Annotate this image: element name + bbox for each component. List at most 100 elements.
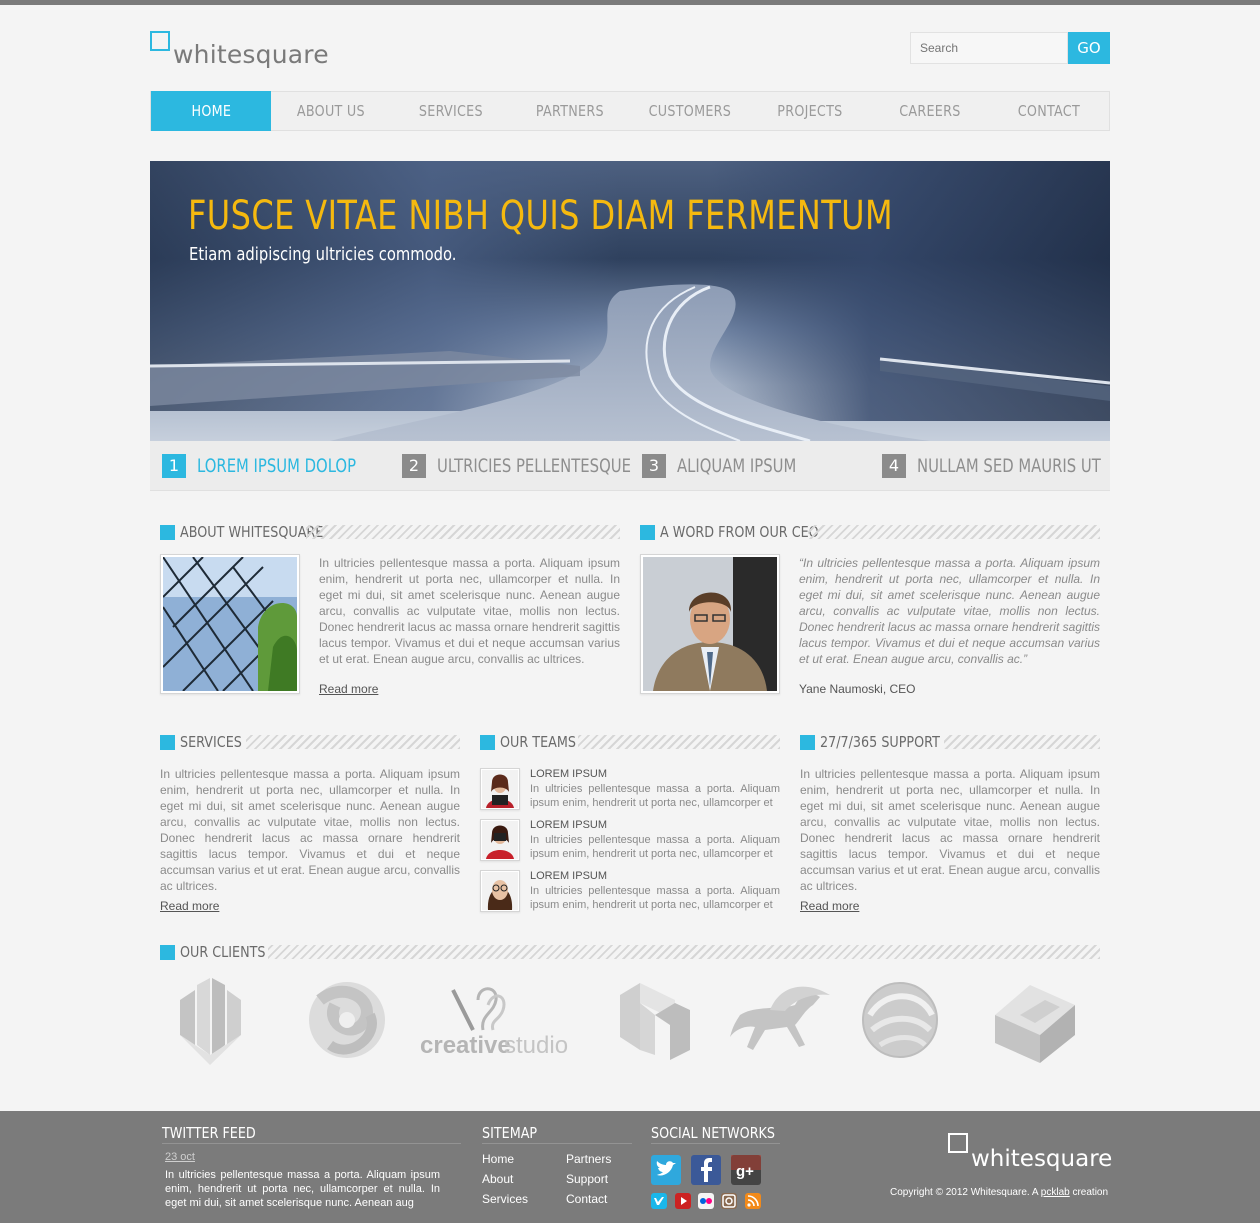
- slider-tab-number: 4: [882, 454, 906, 478]
- heading-square-icon: [160, 945, 175, 960]
- footer-logo-square-icon: [948, 1133, 968, 1153]
- facebook-icon[interactable]: [691, 1155, 721, 1185]
- team-member-text: In ultricies pellentesque massa a porta.…: [530, 834, 780, 860]
- svg-text:creative: creative: [420, 1032, 511, 1059]
- slider-tab-1[interactable]: 1 LOREM IPSUM DOLOP: [162, 454, 372, 478]
- heading-stripe: [944, 735, 1100, 749]
- team-member-name: LOREM IPSUM: [530, 819, 608, 831]
- heading-stripe: [268, 945, 1100, 959]
- search-input[interactable]: [910, 32, 1068, 64]
- sitemap-heading: SITEMAP: [482, 1124, 538, 1142]
- sitemap-link-services[interactable]: Services: [482, 1192, 528, 1206]
- about-read-more-link[interactable]: Read more: [319, 682, 378, 696]
- slider-tab-label: NULLAM SED MAURIS UT: [917, 455, 1101, 477]
- team-member-name: LOREM IPSUM: [530, 768, 608, 780]
- heading-stripe: [808, 525, 1100, 539]
- sitemap-link-support[interactable]: Support: [566, 1172, 608, 1186]
- services-read-more-link[interactable]: Read more: [160, 899, 219, 913]
- copyright: Copyright © 2012 Whitesquare. A pcklab c…: [890, 1187, 1108, 1198]
- building-image: [162, 556, 297, 692]
- w-logo-icon[interactable]: [175, 975, 245, 1065]
- teams-heading: OUR TEAMS: [480, 733, 780, 751]
- twitter-feed-heading: TWITTER FEED: [162, 1124, 256, 1142]
- nav-partners[interactable]: PARTNERS: [519, 92, 621, 130]
- slider-tab-4[interactable]: 4 NULLAM SED MAURIS UT: [882, 454, 1101, 478]
- services-heading-text: SERVICES: [180, 733, 242, 751]
- team-member-name: LOREM IPSUM: [530, 870, 608, 882]
- search-button[interactable]: GO: [1068, 32, 1110, 64]
- nav-contact[interactable]: CONTACT: [998, 92, 1100, 130]
- team-member-text: In ultricies pellentesque massa a porta.…: [530, 885, 780, 911]
- nav-careers[interactable]: CAREERS: [878, 92, 980, 130]
- search-form: GO: [910, 32, 1110, 64]
- creativestudio-logo-icon[interactable]: creative studio: [418, 975, 588, 1065]
- heading-square-icon: [480, 735, 495, 750]
- logo-text: whitesquare: [173, 40, 329, 69]
- member-photo-image: [482, 872, 518, 910]
- rss-icon[interactable]: [745, 1193, 761, 1209]
- support-heading: 27/7/365 SUPPORT: [800, 733, 1100, 751]
- pegasus-logo-icon[interactable]: [725, 975, 835, 1065]
- main-nav: HOME ABOUT US SERVICES PARTNERS CUSTOMER…: [150, 91, 1110, 131]
- team-member-avatar: [480, 819, 520, 861]
- sitemap-link-partners[interactable]: Partners: [566, 1152, 611, 1166]
- nav-projects[interactable]: PROJECTS: [759, 92, 861, 130]
- cube-n-logo-icon[interactable]: [615, 975, 695, 1065]
- member-photo-image: [482, 770, 518, 808]
- vimeo-icon[interactable]: [651, 1193, 667, 1209]
- puzzle-cube-logo-icon[interactable]: [990, 975, 1085, 1065]
- nav-about-us[interactable]: ABOUT US: [280, 92, 382, 130]
- slider-tab-3[interactable]: 3 ALIQUAM IPSUM: [642, 454, 852, 478]
- svg-text:studio: studio: [504, 1032, 568, 1059]
- clients-heading-text: OUR CLIENTS: [180, 943, 266, 961]
- tweet-text: In ultricies pellentesque massa a porta.…: [165, 1169, 440, 1209]
- footer-logo-text[interactable]: whitesquare: [971, 1146, 1112, 1172]
- support-text: In ultricies pellentesque massa a porta.…: [800, 767, 1100, 893]
- sitemap-link-about[interactable]: About: [482, 1172, 513, 1186]
- top-bar: [0, 0, 1260, 5]
- teams-heading-text: OUR TEAMS: [500, 733, 576, 751]
- footer-divider: [162, 1143, 461, 1144]
- svg-text:g+: g+: [736, 1163, 754, 1180]
- team-member-avatar: [480, 870, 520, 912]
- ceo-author: Yane Naumoski, CEO: [799, 682, 916, 696]
- nav-home[interactable]: HOME: [151, 91, 271, 131]
- support-read-more-link[interactable]: Read more: [800, 899, 859, 913]
- twitter-icon[interactable]: [651, 1155, 681, 1185]
- slider-tab-label: ALIQUAM IPSUM: [677, 455, 797, 477]
- member-photo-image: [482, 821, 518, 859]
- slider-tab-2[interactable]: 2 ULTRICIES PELLENTESQUE: [402, 454, 631, 478]
- footer-divider: [651, 1143, 780, 1144]
- slider-tabs: 1 LOREM IPSUM DOLOP 2 ULTRICIES PELLENTE…: [150, 441, 1110, 491]
- slider-tab-label: LOREM IPSUM DOLOP: [197, 455, 357, 477]
- google-plus-icon[interactable]: g+: [731, 1155, 761, 1185]
- youtube-icon[interactable]: [675, 1193, 691, 1209]
- services-text: In ultricies pellentesque massa a porta.…: [160, 767, 460, 893]
- tweet-date[interactable]: 23 oct: [165, 1151, 195, 1163]
- nav-services[interactable]: SERVICES: [399, 92, 501, 130]
- heading-square-icon: [640, 525, 655, 540]
- sitemap-link-home[interactable]: Home: [482, 1152, 514, 1166]
- copyright-text: Copyright © 2012 Whitesquare. A: [890, 1187, 1041, 1198]
- site-logo[interactable]: whitesquare: [150, 30, 350, 70]
- ceo-heading-text: A WORD FROM OUR CEO: [660, 523, 819, 541]
- heading-stripe: [306, 525, 620, 539]
- sphere-logo-icon[interactable]: [860, 975, 940, 1065]
- knot-logo-icon[interactable]: [305, 975, 390, 1065]
- heading-stripe: [246, 735, 460, 749]
- instagram-icon[interactable]: [721, 1193, 737, 1209]
- about-photo: [160, 554, 300, 694]
- hero-banner: FUSCE VITAE NIBH QUIS DIAM FERMENTUM Eti…: [150, 161, 1110, 441]
- nav-home-label: HOME: [191, 102, 231, 120]
- heading-square-icon: [160, 525, 175, 540]
- flickr-icon[interactable]: [698, 1193, 714, 1209]
- hero-title: FUSCE VITAE NIBH QUIS DIAM FERMENTUM: [188, 193, 893, 239]
- nav-customers[interactable]: CUSTOMERS: [639, 92, 741, 130]
- pcklab-link[interactable]: pcklab: [1041, 1187, 1070, 1198]
- slider-tab-number: 1: [162, 454, 186, 478]
- slider-tab-number: 3: [642, 454, 666, 478]
- heading-square-icon: [800, 735, 815, 750]
- sitemap-link-contact[interactable]: Contact: [566, 1192, 607, 1206]
- logo-square-icon: [150, 31, 170, 51]
- copyright-suffix: creation: [1069, 1187, 1109, 1198]
